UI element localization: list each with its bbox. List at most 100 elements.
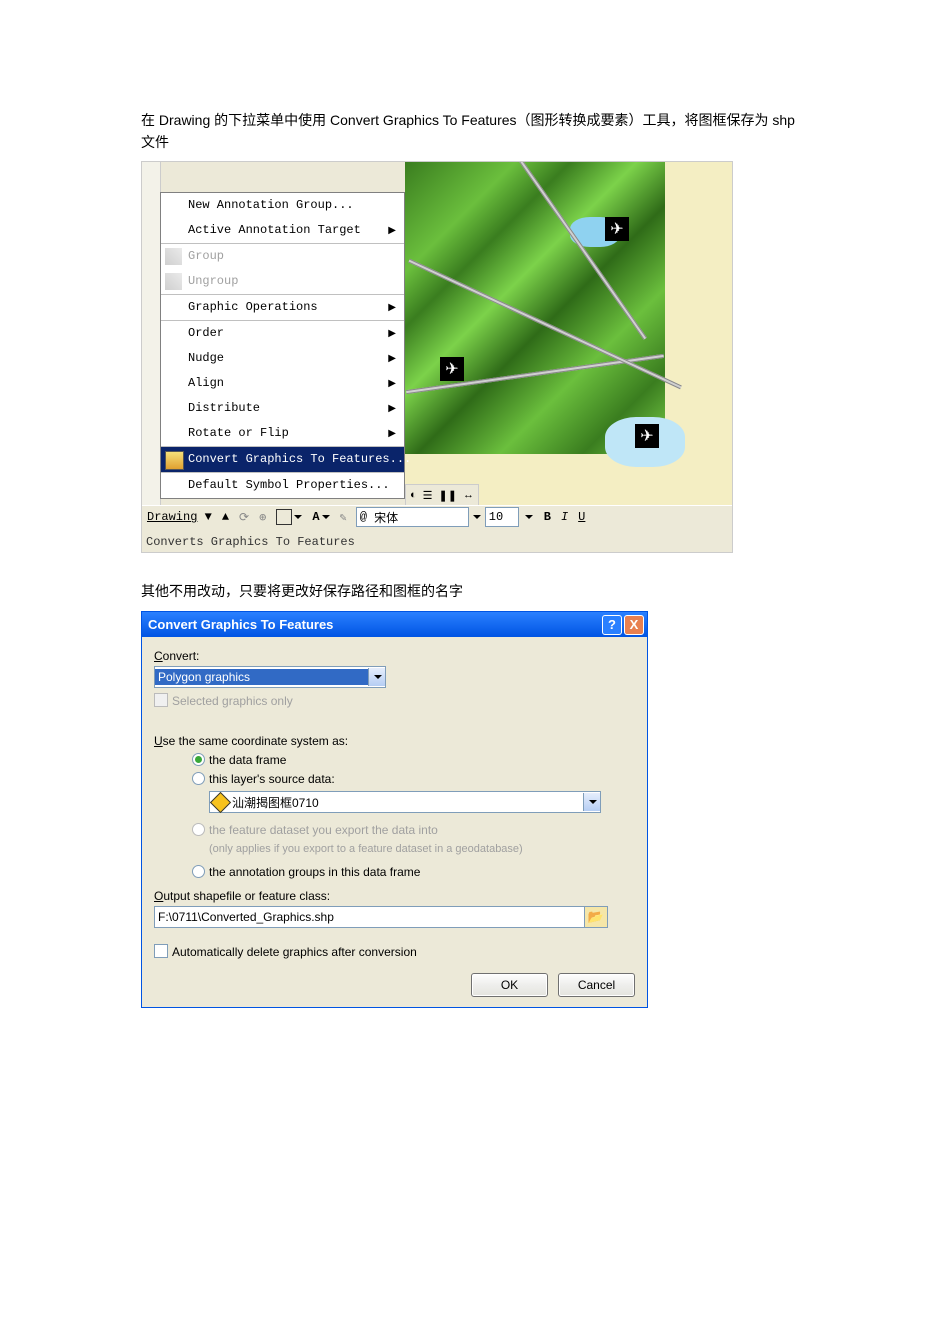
font-marker: @ xyxy=(360,510,367,524)
menu-label: Order xyxy=(188,326,224,340)
menu-label: Convert Graphics To Features... xyxy=(188,452,411,466)
submenu-arrow-icon: ▶ xyxy=(388,218,396,243)
convert-icon xyxy=(165,451,184,470)
menu-order[interactable]: Order ▶ xyxy=(161,320,404,346)
paragraph-1: 在 Drawing 的下拉菜单中使用 Convert Graphics To F… xyxy=(141,110,805,153)
map-canvas: ✈ ✈ ✈ xyxy=(405,162,732,506)
menu-new-annotation-group[interactable]: New Annotation Group... xyxy=(161,193,404,218)
drawing-menu-button[interactable]: Drawing ▼ xyxy=(142,506,217,528)
menu-label: Rotate or Flip xyxy=(188,426,289,440)
dropdown-icon[interactable] xyxy=(583,793,600,811)
layer-icon xyxy=(210,791,231,812)
layout-icon[interactable]: ☰ xyxy=(423,489,433,502)
rectangle-tool[interactable] xyxy=(271,506,307,528)
ungroup-icon xyxy=(165,273,182,290)
help-button[interactable]: ? xyxy=(602,615,622,635)
map-view-toolbar: ◐ ☰ ❚❚ ↔ xyxy=(405,484,479,506)
menu-align[interactable]: Align ▶ xyxy=(161,371,404,396)
radio-icon xyxy=(192,772,205,785)
group-icon xyxy=(165,248,182,265)
radio-icon xyxy=(192,823,205,836)
dropdown-icon xyxy=(322,515,330,519)
radio-annotation-groups[interactable]: the annotation groups in this data frame xyxy=(192,865,635,879)
bold-button[interactable]: B xyxy=(539,506,556,528)
font-size-combo[interactable]: 10 xyxy=(485,507,519,527)
convert-graphics-dialog: Convert Graphics To Features ? X Convert… xyxy=(141,611,648,1008)
drawing-toolbar: Drawing ▼ ▲ ⟳ ⊕ A ✎ @ 宋体 10 B I U xyxy=(142,505,732,528)
edit-vertices-tool-icon[interactable]: ✎ xyxy=(335,506,352,528)
font-combo[interactable]: @ 宋体 xyxy=(356,507,469,527)
dropdown-icon[interactable] xyxy=(473,515,481,519)
dialog-titlebar: Convert Graphics To Features ? X xyxy=(142,612,647,637)
menu-label: Graphic Operations xyxy=(188,300,318,314)
rectangle-icon xyxy=(276,509,292,525)
pause-icon[interactable]: ❚❚ xyxy=(439,489,457,502)
menu-active-annotation-target[interactable]: Active Annotation Target ▶ xyxy=(161,218,404,243)
submenu-arrow-icon: ▶ xyxy=(388,371,396,396)
convert-value: Polygon graphics xyxy=(155,669,368,685)
zoom-tool-icon[interactable]: ⊕ xyxy=(254,506,271,528)
submenu-arrow-icon: ▶ xyxy=(388,321,396,346)
airport-icon: ✈ xyxy=(635,424,659,448)
airport-icon: ✈ xyxy=(605,217,629,241)
menu-nudge[interactable]: Nudge ▶ xyxy=(161,346,404,371)
dropdown-icon[interactable] xyxy=(368,668,385,686)
folder-icon: 📂 xyxy=(588,909,604,925)
submenu-arrow-icon: ▶ xyxy=(388,396,396,421)
menu-convert-graphics-to-features[interactable]: Convert Graphics To Features... xyxy=(161,446,404,472)
menu-default-symbol-properties[interactable]: Default Symbol Properties... xyxy=(161,472,404,498)
submenu-arrow-icon: ▶ xyxy=(388,295,396,320)
layer-value: 汕潮揭图框0710 xyxy=(232,794,319,811)
rotate-tool-icon[interactable]: ⟳ xyxy=(234,506,254,528)
radio-icon xyxy=(192,753,205,766)
text-tool[interactable]: A xyxy=(307,506,334,528)
radio-feature-dataset: the feature dataset you export the data … xyxy=(192,823,635,837)
drawing-context-menu: New Annotation Group... Active Annotatio… xyxy=(160,192,405,499)
menu-distribute[interactable]: Distribute▶ xyxy=(161,396,404,421)
submenu-arrow-icon: ▶ xyxy=(388,346,396,371)
dropdown-icon xyxy=(294,515,302,519)
menu-label: Active Annotation Target xyxy=(188,223,361,237)
menu-ungroup: Ungroup xyxy=(161,269,404,294)
italic-button[interactable]: I xyxy=(556,506,573,528)
underline-button[interactable]: U xyxy=(573,506,590,528)
font-name: 宋体 xyxy=(374,509,398,526)
globe-icon[interactable]: ◐ xyxy=(410,489,417,501)
browse-button[interactable]: 📂 xyxy=(584,907,607,927)
text-a-icon: A xyxy=(312,510,319,524)
arcmap-screenshot: ✈ ✈ ✈ New Annotation Group... Active Ann… xyxy=(141,161,733,553)
paragraph-2: 其他不用改动，只要将更改好保存路径和图框的名字 xyxy=(141,581,805,603)
convert-combo[interactable]: Polygon graphics xyxy=(154,666,386,688)
radio-data-frame[interactable]: the data frame xyxy=(192,753,635,767)
drawing-label: Drawing xyxy=(147,510,197,524)
toc-panel xyxy=(142,162,161,507)
radio-layer-source[interactable]: this layer's source data: xyxy=(192,772,635,786)
close-button[interactable]: X xyxy=(624,615,644,635)
coord-system-label: Use the same coordinate system as: xyxy=(154,734,635,748)
selected-graphics-only-checkbox: Selected graphics only xyxy=(154,693,635,708)
radio-icon xyxy=(192,865,205,878)
dropdown-icon[interactable] xyxy=(525,515,533,519)
menu-label: Nudge xyxy=(188,351,224,365)
output-path-input[interactable] xyxy=(155,910,584,924)
menu-label: Align xyxy=(188,376,224,390)
menu-group: Group xyxy=(161,243,404,269)
cancel-button[interactable]: Cancel xyxy=(558,973,635,997)
ok-button[interactable]: OK xyxy=(471,973,548,997)
dialog-title: Convert Graphics To Features xyxy=(148,617,333,632)
checkbox-icon xyxy=(154,693,168,707)
radio-feature-dataset-note: (only applies if you export to a feature… xyxy=(209,842,635,857)
layer-combo[interactable]: 汕潮揭图框0710 xyxy=(209,791,601,813)
submenu-arrow-icon: ▶ xyxy=(388,421,396,446)
status-bar: Converts Graphics To Features xyxy=(142,532,732,552)
refresh-icon[interactable]: ↔ xyxy=(463,489,474,501)
auto-delete-checkbox[interactable]: Automatically delete graphics after conv… xyxy=(154,944,635,959)
select-tool-icon[interactable]: ▲ xyxy=(217,506,234,528)
menu-label: Group xyxy=(188,249,224,263)
menu-rotate-or-flip[interactable]: Rotate or Flip ▶ xyxy=(161,421,404,446)
menu-graphic-operations[interactable]: Graphic Operations ▶ xyxy=(161,294,404,320)
airport-icon: ✈ xyxy=(440,357,464,381)
checkbox-icon xyxy=(154,944,168,958)
output-label: Output shapefile or feature class: xyxy=(154,889,635,903)
output-path-row: 📂 xyxy=(154,906,608,928)
